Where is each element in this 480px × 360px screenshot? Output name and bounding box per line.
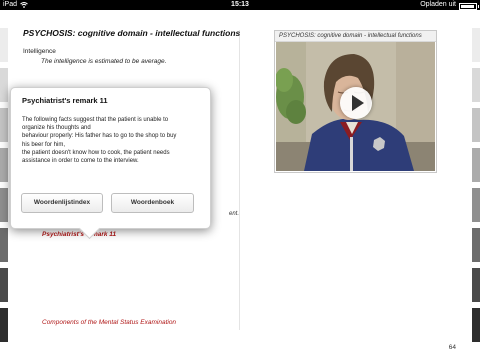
remark-popover: Psychiatrist's remark 11 The following f… [10, 87, 211, 240]
chapter-tab[interactable] [472, 188, 480, 222]
chapter-tab[interactable] [472, 268, 480, 302]
chapter-tab[interactable] [472, 108, 480, 142]
chapter-tab[interactable] [0, 68, 8, 102]
chapter-tab[interactable] [0, 308, 8, 342]
left-chapter-tabs[interactable] [0, 10, 8, 360]
battery-icon [459, 2, 479, 10]
chapter-tab[interactable] [0, 268, 8, 302]
section-heading: Intelligence [23, 48, 56, 55]
status-time: 15:13 [231, 1, 249, 8]
partial-body-text: ent. [229, 211, 240, 217]
page-divider [239, 30, 240, 330]
video-title: PSYCHOSIS: cognitive domain - intellectu… [275, 31, 436, 42]
status-bar: iPad 15:13 Opladen uit [0, 0, 480, 10]
popover-line: the patient doesn't know how to cook, th… [22, 149, 170, 156]
popover-body: The following facts suggest that the pat… [22, 116, 207, 165]
chapter-tab[interactable] [0, 28, 8, 62]
play-icon[interactable] [340, 87, 372, 119]
chapter-tab[interactable] [472, 308, 480, 342]
popover-line: his beer for him, [22, 141, 66, 148]
popover-line: assistance in order to come to the inter… [22, 158, 139, 165]
chapter-tab[interactable] [0, 108, 8, 142]
chapter-tab[interactable] [0, 188, 8, 222]
chapter-tab[interactable] [472, 148, 480, 182]
battery-fill [461, 4, 475, 8]
right-chapter-tabs[interactable] [472, 10, 480, 360]
footer-link[interactable]: Components of the Mental Status Examinat… [42, 319, 176, 326]
chapter-tab[interactable] [472, 28, 480, 62]
remark-link[interactable]: Psychiatrist's remark 11 [42, 231, 116, 238]
dictionary-button[interactable]: Woordenboek [111, 193, 194, 213]
video-thumbnail[interactable] [276, 42, 435, 171]
status-right: Opladen uit [420, 0, 479, 10]
popover-title: Psychiatrist's remark 11 [22, 96, 108, 105]
page-title: PSYCHOSIS: cognitive domain - intellectu… [23, 28, 241, 38]
charging-label: Opladen uit [420, 1, 456, 8]
chapter-tab[interactable] [472, 68, 480, 102]
popover-line: The following facts suggest that the pat… [22, 117, 169, 123]
video-panel[interactable]: PSYCHOSIS: cognitive domain - intellectu… [274, 30, 437, 173]
body-text: The intelligence is estimated to be aver… [41, 58, 167, 65]
popover-line: behaviour properly: His father has to go… [22, 133, 177, 140]
book-page: PSYCHOSIS: cognitive domain - intellectu… [0, 10, 480, 360]
chapter-tab[interactable] [0, 228, 8, 262]
glossary-index-button[interactable]: Woordenlijstindex [21, 193, 103, 213]
popover-line: organize his thoughts and [22, 125, 91, 132]
chapter-tab[interactable] [0, 148, 8, 182]
page-number: 64 [448, 344, 456, 351]
chapter-tab[interactable] [472, 228, 480, 262]
